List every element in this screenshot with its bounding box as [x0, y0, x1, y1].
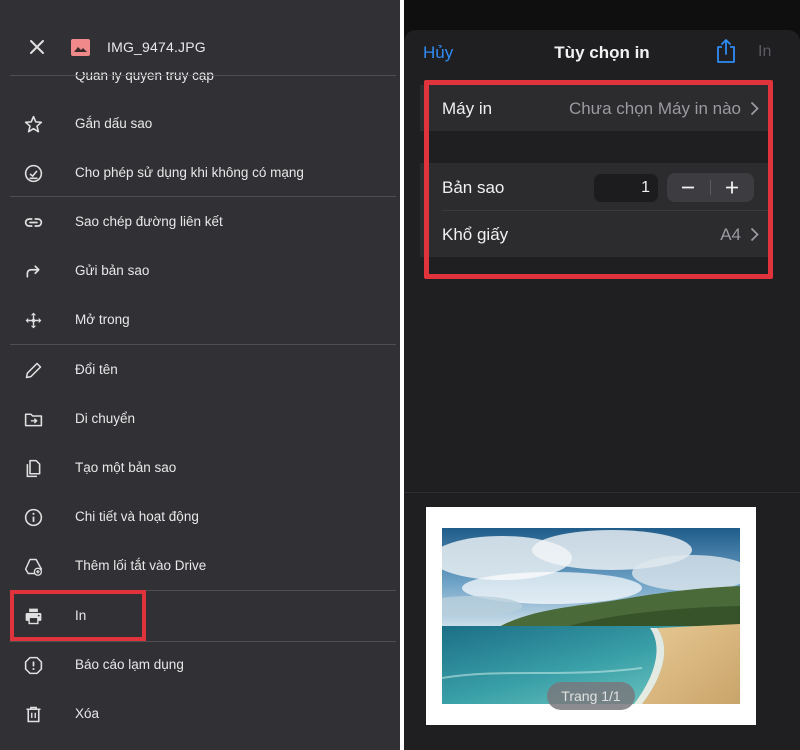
menu-item-label: Di chuyển — [75, 411, 136, 426]
menu-item-label: Gửi bản sao — [75, 263, 150, 278]
menu-item-label: Báo cáo lạm dụng — [75, 657, 184, 672]
print-options-title: Tùy chọn in — [554, 43, 650, 62]
link-icon — [24, 218, 43, 227]
menu-divider — [10, 196, 396, 197]
trash-icon — [26, 706, 41, 723]
beach-photo — [442, 528, 740, 704]
menu-item-copy-link[interactable]: Sao chép đường liên kết — [0, 202, 400, 242]
print-options-panel: Hủy Tùy chọn in In Máy in Chưa chọn Máy … — [404, 0, 800, 750]
menu-item-move[interactable]: Di chuyển — [0, 399, 400, 439]
print-item-highlight — [10, 590, 146, 641]
copy-icon — [26, 459, 41, 478]
menu-item-label: Tạo một bản sao — [75, 460, 177, 475]
star-icon — [24, 115, 43, 133]
pencil-icon — [25, 362, 42, 379]
menu-item-open-in[interactable]: Mở trong — [0, 300, 400, 340]
menu-item-label: Đổi tên — [75, 362, 118, 377]
drive-panel-header: IMG_9474.JPG — [0, 0, 400, 76]
menu-item-label: Gắn dấu sao — [75, 116, 153, 131]
offline-check-icon — [24, 164, 43, 183]
move-arrows-icon — [25, 312, 42, 329]
menu-item-label: Xóa — [75, 706, 100, 721]
forward-icon — [26, 265, 40, 278]
file-name: IMG_9474.JPG — [107, 39, 206, 55]
menu-item-offline[interactable]: Cho phép sử dụng khi không có mạng — [0, 153, 400, 193]
info-icon — [24, 508, 43, 527]
menu-item-label: Mở trong — [75, 312, 130, 327]
menu-item-details[interactable]: Chi tiết và hoạt động — [0, 497, 400, 537]
menu-item-label: Thêm lối tắt vào Drive — [75, 558, 207, 573]
menu-item-star[interactable]: Gắn dấu sao — [0, 104, 400, 144]
menu-item-send-copy[interactable]: Gửi bản sao — [0, 251, 400, 291]
menu-divider — [10, 641, 396, 642]
print-button[interactable]: In — [758, 43, 771, 61]
menu-item-add-shortcut[interactable]: Thêm lối tắt vào Drive — [0, 546, 400, 586]
menu-item-label: Chi tiết và hoạt động — [75, 509, 199, 524]
image-file-icon — [71, 39, 90, 56]
menu-item-report[interactable]: Báo cáo lạm dụng — [0, 645, 400, 685]
menu-item-label: Cho phép sử dụng khi không có mạng — [75, 165, 304, 180]
page-preview[interactable]: Trang 1/1 — [426, 507, 756, 725]
settings-highlight — [424, 80, 773, 279]
header-divider — [10, 75, 396, 76]
report-icon — [24, 656, 43, 675]
drive-options-panel: Quản lý quyền truy cập IMG_9474.JPG Gắn … — [0, 0, 400, 750]
close-icon[interactable] — [26, 36, 48, 58]
menu-item-label: Sao chép đường liên kết — [75, 214, 223, 229]
drive-shortcut-icon — [24, 558, 43, 576]
folder-move-icon — [24, 413, 43, 427]
share-icon[interactable] — [715, 38, 737, 64]
menu-item-delete[interactable]: Xóa — [0, 694, 400, 734]
page-indicator: Trang 1/1 — [547, 682, 635, 710]
menu-divider — [10, 344, 396, 345]
menu-item-rename[interactable]: Đổi tên — [0, 350, 400, 390]
menu-item-make-copy[interactable]: Tạo một bản sao — [0, 448, 400, 488]
preview-divider — [404, 492, 800, 493]
